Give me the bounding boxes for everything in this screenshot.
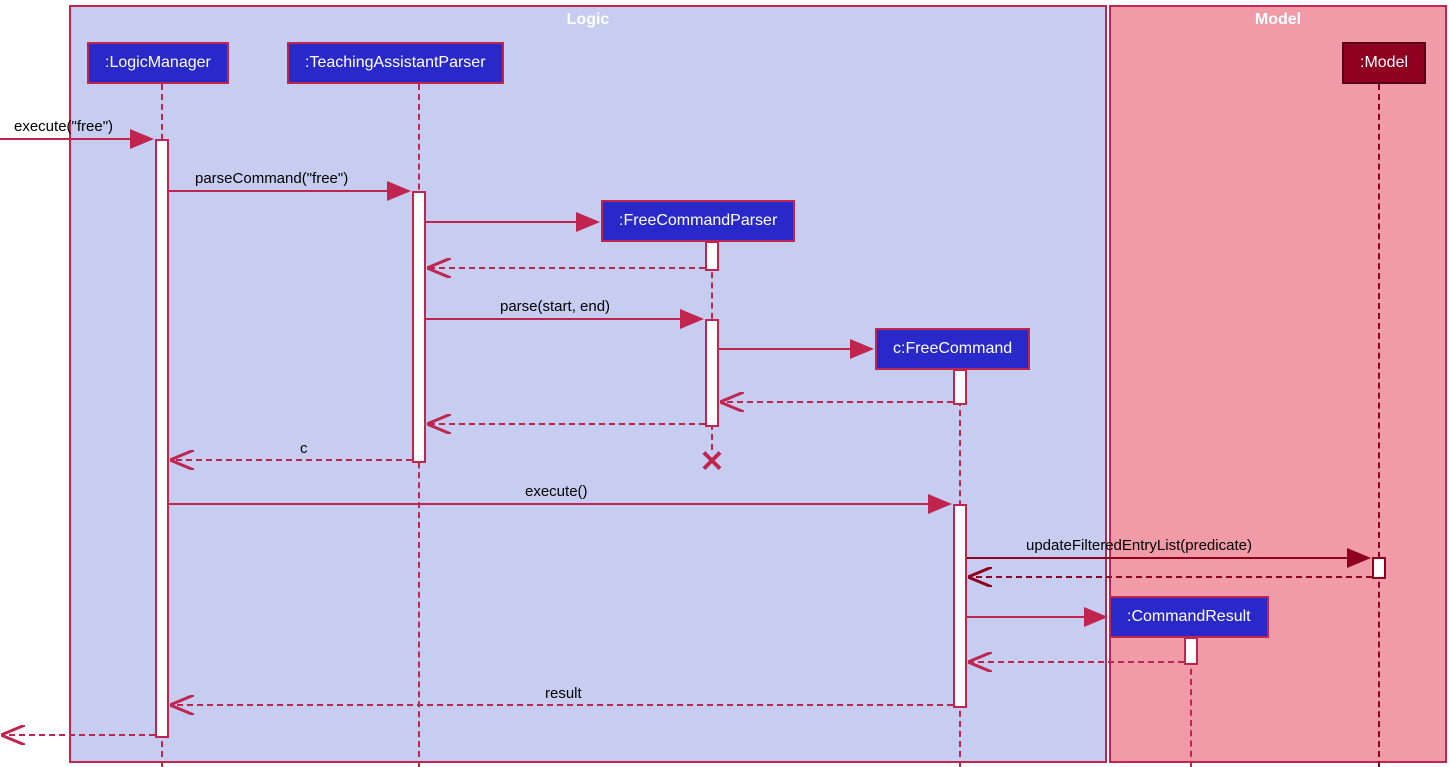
activation-cmd-result [1184, 637, 1198, 665]
msg-c: c [300, 440, 308, 457]
msg-parse-start-end: parse(start, end) [500, 298, 610, 315]
msg-execute-free: execute("free") [14, 118, 113, 135]
participant-cmd-result: :CommandResult [1109, 596, 1269, 638]
activation-free-cmd-parser-2 [705, 319, 719, 427]
msg-parse-command: parseCommand("free") [195, 170, 348, 187]
participant-free-cmd-parser: :FreeCommandParser [601, 200, 795, 242]
activation-free-cmd-1 [953, 369, 967, 405]
lifeline-model [1378, 84, 1380, 767]
package-logic: Logic [69, 5, 1107, 763]
activation-logic-manager [155, 139, 169, 738]
msg-result: result [545, 685, 582, 702]
activation-free-cmd-2 [953, 504, 967, 708]
sequence-diagram: Logic Model :LogicManager :TeachingAssis… [0, 0, 1450, 767]
package-model-title: Model [1255, 11, 1301, 29]
activation-model [1372, 557, 1386, 579]
activation-free-cmd-parser-1 [705, 241, 719, 271]
participant-free-cmd: c:FreeCommand [875, 328, 1030, 370]
msg-execute: execute() [525, 483, 588, 500]
destroy-icon: ✕ [699, 445, 724, 480]
participant-logic-manager: :LogicManager [87, 42, 229, 84]
activation-ta-parser [412, 191, 426, 463]
package-model: Model [1109, 5, 1447, 763]
participant-ta-parser: :TeachingAssistantParser [287, 42, 504, 84]
package-logic-title: Logic [567, 11, 610, 29]
msg-update-filtered: updateFilteredEntryList(predicate) [1026, 537, 1252, 554]
participant-model: :Model [1342, 42, 1426, 84]
